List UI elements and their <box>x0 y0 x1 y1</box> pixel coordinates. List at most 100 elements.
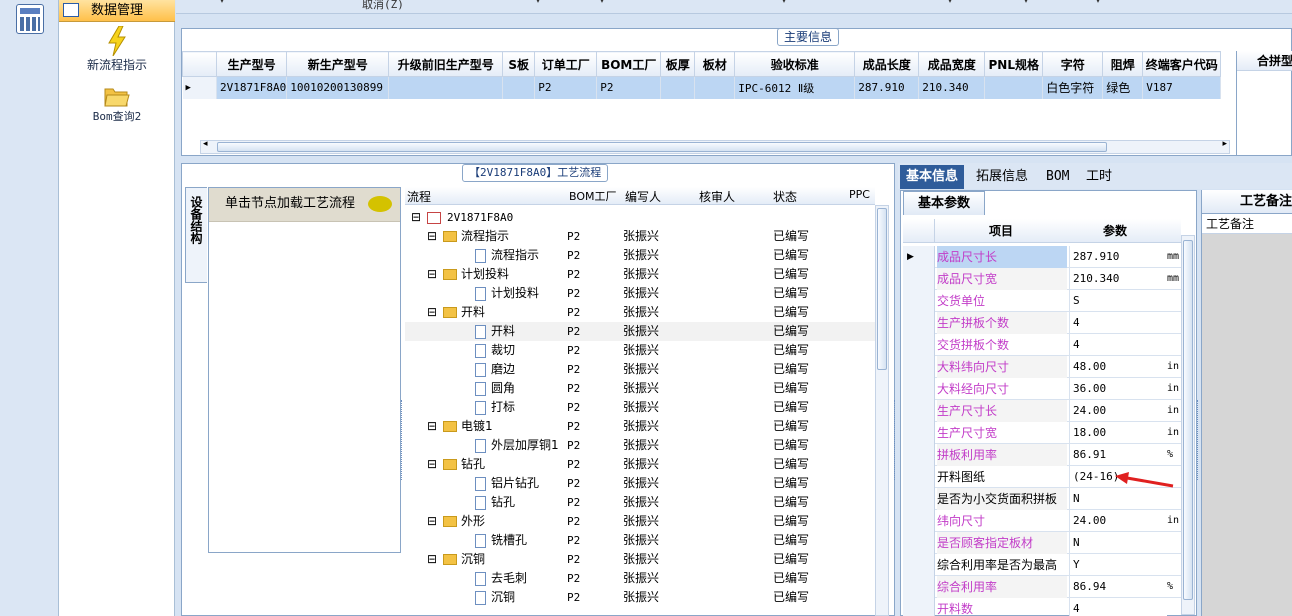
tree-leaf-node[interactable]: 圆角 P2 张振兴 已编写 <box>405 379 875 398</box>
scrollbar-thumb[interactable] <box>1183 240 1193 600</box>
col-header[interactable]: S板 <box>502 51 536 77</box>
vertical-scrollbar[interactable] <box>875 205 889 616</box>
tree-leaf-node[interactable]: 裁切 P2 张振兴 已编写 <box>405 341 875 360</box>
collapse-toggle-icon[interactable]: ⊟ <box>411 208 421 227</box>
tree-folder-node[interactable]: ⊟ 流程指示 P2 张振兴 已编写 <box>405 227 875 246</box>
param-value[interactable]: 48.00 <box>1069 356 1167 377</box>
param-row[interactable]: 生产尺寸宽 18.00 in <box>903 422 1181 444</box>
scroll-right-icon[interactable]: ▸ <box>1222 139 1227 149</box>
tree-leaf-node[interactable]: 外层加厚铜1 P2 张振兴 已编写 <box>405 436 875 455</box>
tree-leaf-node[interactable]: 计划投料 P2 张振兴 已编写 <box>405 284 875 303</box>
table-cell[interactable]: 287.910 <box>854 76 920 99</box>
param-row[interactable]: 是否顾客指定板材 N <box>903 532 1181 554</box>
param-row[interactable]: 是否为小交货面积拼板 N <box>903 488 1181 510</box>
table-cell[interactable] <box>984 76 1044 99</box>
col-header[interactable]: 字符 <box>1042 51 1104 77</box>
tab-work-hours[interactable]: 工时 <box>1080 165 1118 189</box>
cancel-button[interactable]: 取消(Z) <box>362 0 404 12</box>
col-header[interactable]: 状态 <box>773 188 797 205</box>
col-header[interactable]: 升级前旧生产型号 <box>388 51 504 77</box>
col-header[interactable]: 成品长度 <box>854 51 920 77</box>
tree-folder-node[interactable]: ⊟ 钻孔 P2 张振兴 已编写 <box>405 455 875 474</box>
col-header[interactable]: 阻焊 <box>1102 51 1144 77</box>
param-value[interactable]: 4 <box>1069 598 1167 616</box>
table-cell[interactable] <box>694 76 736 99</box>
tree-leaf-node[interactable]: 磨边 P2 张振兴 已编写 <box>405 360 875 379</box>
tree-folder-node[interactable]: ⊟ 开料 P2 张振兴 已编写 <box>405 303 875 322</box>
dropdown-arrow-icon[interactable]: ▾ <box>1024 0 1028 5</box>
param-row[interactable]: 生产拼板个数 4 <box>903 312 1181 334</box>
table-cell[interactable] <box>502 76 536 99</box>
col-header[interactable]: 编写人 <box>625 188 661 205</box>
tree-leaf-node[interactable]: 铝片钻孔 P2 张振兴 已编写 <box>405 474 875 493</box>
param-row[interactable]: 生产尺寸长 24.00 in <box>903 400 1181 422</box>
tree-folder-node[interactable]: ⊟ 电镀1 P2 张振兴 已编写 <box>405 417 875 436</box>
param-value[interactable]: N <box>1069 488 1167 509</box>
param-row[interactable]: 开料数 4 <box>903 598 1181 616</box>
tree-root[interactable]: ⊟ 2V1871F8A0 <box>405 208 875 227</box>
tree-leaf-node[interactable]: 开料 P2 张振兴 已编写 <box>405 322 875 341</box>
table-cell[interactable]: P2 <box>534 76 598 99</box>
col-header[interactable]: 核审人 <box>699 188 735 205</box>
param-row[interactable]: 纬向尺寸 24.00 in <box>903 510 1181 532</box>
dropdown-arrow-icon[interactable]: ▾ <box>948 0 952 5</box>
param-value[interactable]: 287.910 <box>1069 246 1167 267</box>
col-header[interactable]: 板厚 <box>660 51 696 77</box>
col-header[interactable]: 生产型号 <box>215 51 288 77</box>
collapse-toggle-icon[interactable]: ⊟ <box>427 512 437 531</box>
tree-leaf-node[interactable]: 钻孔 P2 张振兴 已编写 <box>405 493 875 512</box>
scrollbar-thumb[interactable] <box>217 142 1107 152</box>
col-header[interactable]: 成品宽度 <box>918 51 986 77</box>
tab-bom[interactable]: BOM <box>1040 165 1075 189</box>
tab-basic-info[interactable]: 基本信息 <box>900 165 965 189</box>
dropdown-arrow-icon[interactable]: ▾ <box>536 0 540 5</box>
tree-leaf-node[interactable]: 沉铜 P2 张振兴 已编写 <box>405 588 875 607</box>
corner-cell[interactable] <box>182 51 217 77</box>
tab-extended-info[interactable]: 拓展信息 <box>970 165 1034 189</box>
subtab-remarks[interactable]: 工艺备注 <box>1202 190 1292 214</box>
col-header[interactable]: 流程 <box>407 188 431 205</box>
splitter-right[interactable] <box>1197 400 1201 480</box>
col-header[interactable]: 验收标准 <box>734 51 856 77</box>
horizontal-scrollbar[interactable]: ◂ ▸ <box>200 139 1230 154</box>
corner-cell[interactable] <box>903 219 935 243</box>
table-cell[interactable]: P2 <box>596 76 662 99</box>
tree-leaf-node[interactable]: 铣槽孔 P2 张振兴 已编写 <box>405 531 875 550</box>
splitter-middle[interactable] <box>894 400 898 480</box>
dropdown-arrow-icon[interactable]: ▾ <box>220 0 224 5</box>
param-value[interactable]: 18.00 <box>1069 422 1167 443</box>
col-header[interactable]: 新生产型号 <box>286 51 390 77</box>
subtab-basic-params[interactable]: 基本参数 <box>903 191 986 215</box>
param-value[interactable]: N <box>1069 532 1167 553</box>
col-header[interactable]: 参数 <box>1103 219 1127 243</box>
param-value[interactable]: 4 <box>1069 312 1167 333</box>
param-row[interactable]: 综合利用率是否为最高 Y <box>903 554 1181 576</box>
table-row[interactable]: ▶ 2V1871F8A0 10010200130899 P2 P2 IPC-60… <box>182 76 1222 99</box>
table-cell[interactable]: 10010200130899 <box>286 76 390 99</box>
table-cell[interactable]: IPC-6012 Ⅱ级 <box>734 76 856 99</box>
col-header[interactable]: 板材 <box>694 51 736 77</box>
dropdown-arrow-icon[interactable]: ▾ <box>1096 0 1100 5</box>
calculator-icon[interactable] <box>16 4 44 34</box>
col-header[interactable]: 订单工厂 <box>534 51 598 77</box>
table-cell[interactable]: 2V1871F8A0 <box>216 76 288 99</box>
nav-header[interactable]: 数据管理 <box>59 0 175 22</box>
col-header[interactable]: PPC <box>849 188 870 201</box>
param-value[interactable]: 86.94 <box>1069 576 1167 597</box>
param-value[interactable]: 24.00 <box>1069 400 1167 421</box>
table-cell[interactable] <box>660 76 696 99</box>
tree-leaf-node[interactable]: 流程指示 P2 张振兴 已编写 <box>405 246 875 265</box>
tree-folder-node[interactable]: ⊟ 外形 P2 张振兴 已编写 <box>405 512 875 531</box>
dropdown-arrow-icon[interactable]: ▾ <box>600 0 604 5</box>
param-value[interactable]: S <box>1069 290 1167 311</box>
scrollbar-thumb[interactable] <box>877 208 887 370</box>
tree-leaf-node[interactable]: 打标 P2 张振兴 已编写 <box>405 398 875 417</box>
equipment-tab[interactable]: 设备结构 <box>185 187 207 283</box>
collapse-toggle-icon[interactable]: ⊟ <box>427 550 437 569</box>
nav-item-new-process[interactable]: 新流程指示 <box>59 25 175 73</box>
dropdown-arrow-icon[interactable]: ▾ <box>782 0 786 5</box>
col-header[interactable]: 项目 <box>989 219 1013 243</box>
vertical-scrollbar[interactable] <box>1181 235 1195 615</box>
table-cell[interactable]: 210.340 <box>918 76 986 99</box>
collapse-toggle-icon[interactable]: ⊟ <box>427 303 437 322</box>
